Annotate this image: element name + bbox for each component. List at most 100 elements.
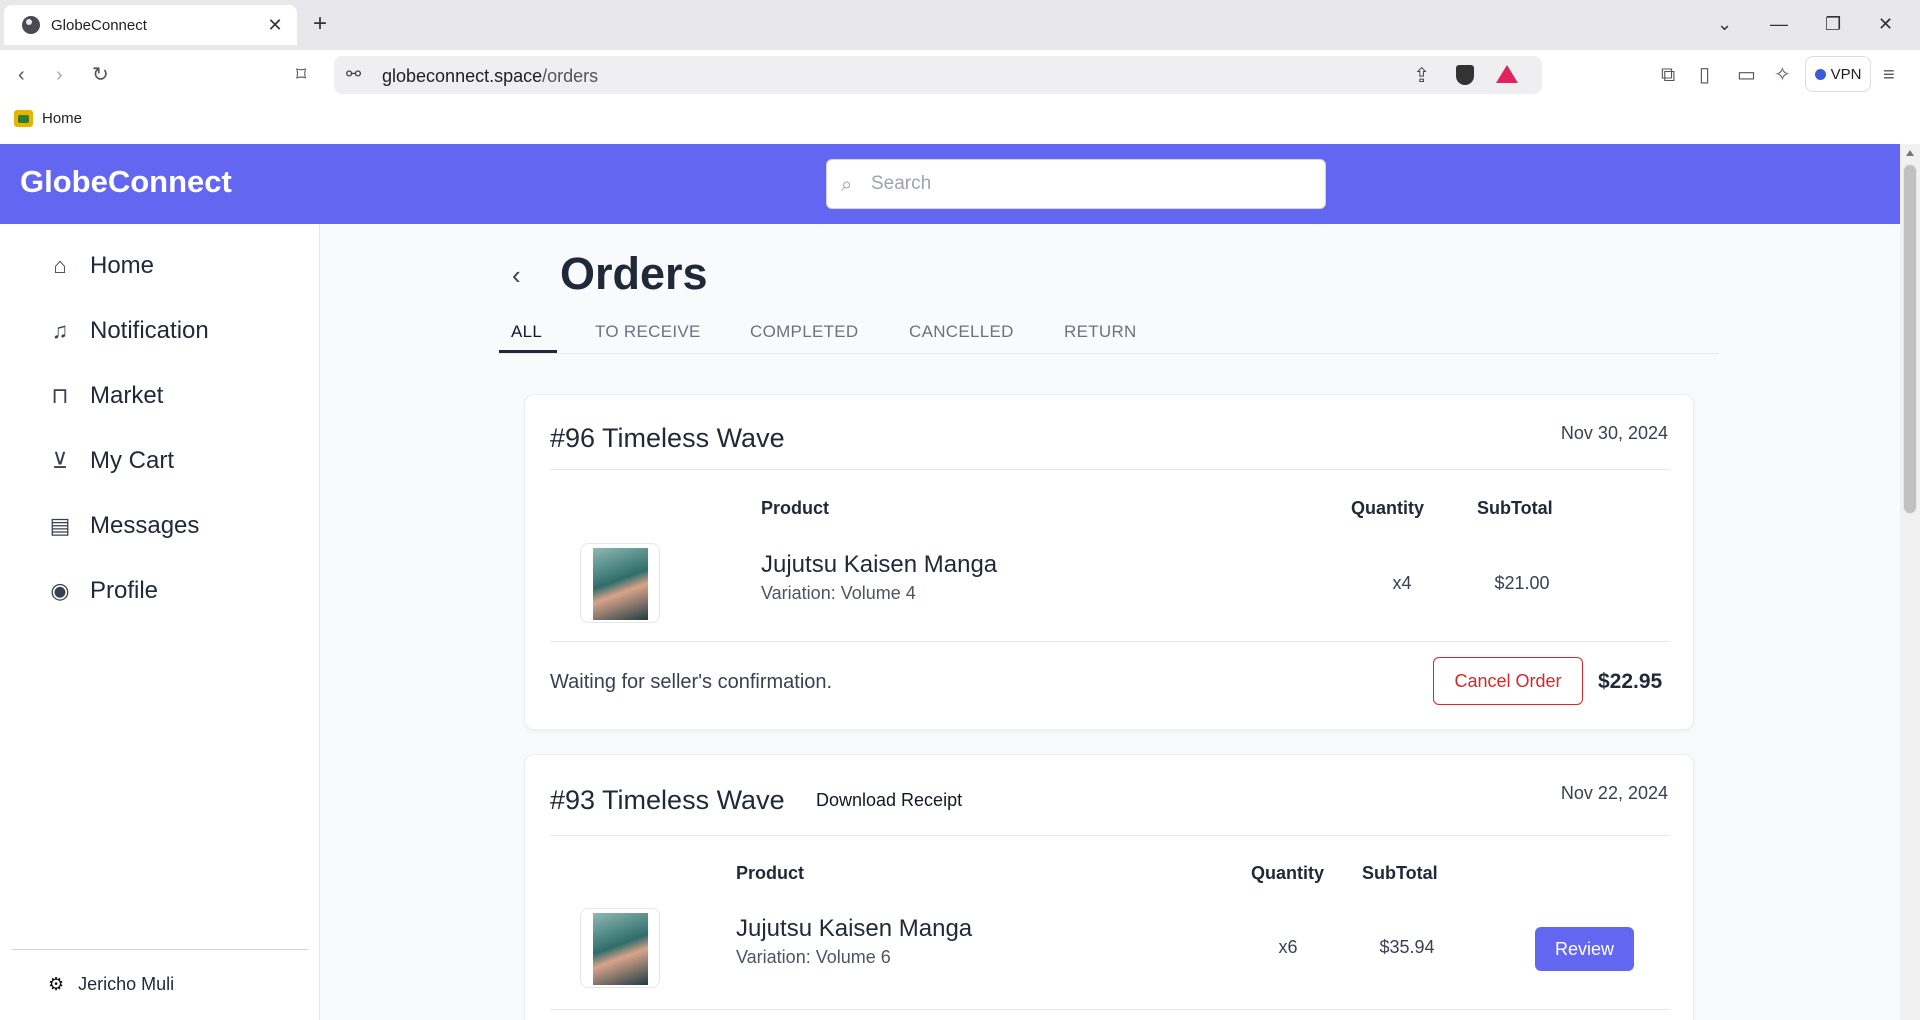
browser-tab[interactable]: GlobeConnect ✕ xyxy=(4,5,297,45)
scroll-up-icon[interactable] xyxy=(1906,150,1914,156)
order-card: #93 Timeless Wave Download Receipt Nov 2… xyxy=(524,754,1694,1020)
item-subtotal: $35.94 xyxy=(1379,937,1435,957)
browser-toolbar: ‹ › ↻ ⌑ ⚯ globeconnect.space/orders ⇪ ⧉ … xyxy=(0,50,1920,100)
active-tab-indicator xyxy=(499,350,557,353)
url-text[interactable]: globeconnect.space/orders xyxy=(382,66,598,87)
search-icon: ⌕ xyxy=(841,174,853,196)
message-icon: ▤ xyxy=(49,513,71,538)
item-subtotal: $21.00 xyxy=(1494,573,1550,593)
sidebar-item-home[interactable]: ⌂ Home xyxy=(48,252,154,280)
scrollbar-thumb[interactable] xyxy=(1903,164,1917,514)
cart-icon: ⊻ xyxy=(51,448,69,473)
url-host: globeconnect.space xyxy=(382,66,543,86)
app-header: GlobeConnect ⌕ xyxy=(0,144,1900,224)
bell-icon: ♫ xyxy=(51,318,69,343)
extensions-icon[interactable]: ⧉ xyxy=(1661,62,1675,88)
browser-tab-title: GlobeConnect xyxy=(51,16,147,34)
sidebar-divider xyxy=(12,949,308,950)
forward-icon[interactable]: › xyxy=(56,62,63,88)
tab-cancelled[interactable]: CANCELLED xyxy=(909,322,1014,342)
back-arrow-icon[interactable]: ‹ xyxy=(512,260,521,291)
tab-return[interactable]: RETURN xyxy=(1064,322,1137,342)
item-quantity: x4 xyxy=(1392,573,1412,593)
divider xyxy=(550,469,1670,470)
share-icon[interactable]: ⇪ xyxy=(1413,63,1430,88)
reload-icon[interactable]: ↻ xyxy=(92,62,109,88)
brave-rewards-icon[interactable] xyxy=(1496,65,1518,83)
tab-search-icon[interactable]: ⌄ xyxy=(1717,12,1732,36)
sidebar-item-label: My Cart xyxy=(90,447,174,474)
sidebar-item-profile[interactable]: ◉ Profile xyxy=(48,577,158,605)
globe-favicon-icon xyxy=(22,16,40,34)
sidebar-item-market[interactable]: ⊓ Market xyxy=(48,382,163,410)
gear-icon: ⚙ xyxy=(48,974,65,994)
user-settings[interactable]: ⚙ Jericho Muli xyxy=(48,974,174,995)
vpn-button[interactable]: VPN xyxy=(1805,56,1871,92)
address-bar[interactable]: ⚯ globeconnect.space/orders ⇪ xyxy=(334,56,1542,94)
bookmark-icon[interactable]: ⌑ xyxy=(296,62,306,88)
order-title[interactable]: #93 Timeless Wave xyxy=(550,785,785,816)
product-variation: Variation: Volume 6 xyxy=(736,947,891,967)
sidebar-item-messages[interactable]: ▤ Messages xyxy=(48,512,200,540)
order-card: #96 Timeless Wave Nov 30, 2024 Product Q… xyxy=(524,394,1694,730)
tab-all[interactable]: ALL xyxy=(511,322,542,342)
sidebar: ⌂ Home ♫ Notification ⊓ Market ⊻ My Cart… xyxy=(0,224,320,1020)
order-title[interactable]: #96 Timeless Wave xyxy=(550,423,785,454)
brand-logo[interactable]: GlobeConnect xyxy=(20,164,232,200)
sidebar-item-my-cart[interactable]: ⊻ My Cart xyxy=(48,447,174,475)
menu-icon[interactable]: ≡ xyxy=(1883,62,1895,88)
back-icon[interactable]: ‹ xyxy=(18,62,25,88)
product-thumbnail[interactable] xyxy=(580,908,660,988)
divider xyxy=(550,641,1670,642)
sidebar-item-label: Notification xyxy=(90,317,209,344)
bookmark-home-label: Home xyxy=(42,110,83,127)
column-header-subtotal: SubTotal xyxy=(1477,498,1553,518)
order-date: Nov 22, 2024 xyxy=(1560,783,1668,803)
tab-completed[interactable]: COMPLETED xyxy=(750,322,859,342)
product-thumbnail[interactable] xyxy=(580,543,660,623)
product-name[interactable]: Jujutsu Kaisen Manga xyxy=(761,551,997,579)
download-receipt-link[interactable]: Download Receipt xyxy=(816,790,962,811)
manga-cover-image xyxy=(593,913,648,985)
restore-icon[interactable]: ❐ xyxy=(1825,12,1841,36)
sidebar-item-label: Profile xyxy=(90,577,159,604)
review-button[interactable]: Review xyxy=(1535,927,1634,971)
bookmarks-bar: Home xyxy=(0,100,1920,144)
vpn-label: VPN xyxy=(1830,65,1862,83)
product-name[interactable]: Jujutsu Kaisen Manga xyxy=(736,915,972,943)
sidebar-item-label: Messages xyxy=(90,512,200,539)
new-tab-icon[interactable]: + xyxy=(313,10,327,38)
order-total: $22.95 xyxy=(1598,670,1663,693)
divider xyxy=(550,835,1670,836)
sidebar-item-label: Home xyxy=(90,252,155,279)
vpn-status-icon xyxy=(1814,68,1826,80)
manga-cover-image xyxy=(593,548,648,620)
column-header-product: Product xyxy=(761,498,830,518)
order-status: Waiting for seller's confirmation. xyxy=(550,671,833,693)
close-tab-icon[interactable]: ✕ xyxy=(265,15,285,36)
cancel-order-button[interactable]: Cancel Order xyxy=(1433,657,1583,705)
minimize-icon[interactable]: — xyxy=(1770,12,1788,36)
url-path: /orders xyxy=(542,66,599,86)
close-window-icon[interactable]: ✕ xyxy=(1878,12,1893,36)
bookmark-home[interactable]: Home xyxy=(14,110,82,127)
page-scrollbar[interactable] xyxy=(1900,144,1920,1020)
search-box[interactable]: ⌕ xyxy=(826,159,1326,209)
shopping-bag-icon: ⊓ xyxy=(51,383,69,408)
sidebar-item-notification[interactable]: ♫ Notification xyxy=(48,317,209,345)
product-variation: Variation: Volume 4 xyxy=(761,583,916,603)
search-input[interactable] xyxy=(871,170,1311,198)
column-header-quantity: Quantity xyxy=(1251,863,1325,883)
sidebar-toggle-icon[interactable]: ▯ xyxy=(1699,62,1710,88)
order-tabs: ALL TO RECEIVE COMPLETED CANCELLED RETUR… xyxy=(499,312,1719,354)
site-settings-icon[interactable]: ⚯ xyxy=(346,64,361,85)
leo-ai-icon[interactable]: ✧ xyxy=(1774,62,1791,88)
main-content: ‹ Orders ALL TO RECEIVE COMPLETED CANCEL… xyxy=(320,224,1900,1020)
sidebar-item-label: Market xyxy=(90,382,164,409)
wallet-icon[interactable]: ▭ xyxy=(1737,62,1756,88)
browser-tab-bar: GlobeConnect ✕ + ⌄ — ❐ ✕ xyxy=(0,0,1920,50)
tab-to-receive[interactable]: TO RECEIVE xyxy=(595,322,701,342)
user-name: Jericho Muli xyxy=(78,974,175,994)
page-title: Orders xyxy=(560,248,708,299)
brave-shield-icon[interactable] xyxy=(1456,65,1474,85)
